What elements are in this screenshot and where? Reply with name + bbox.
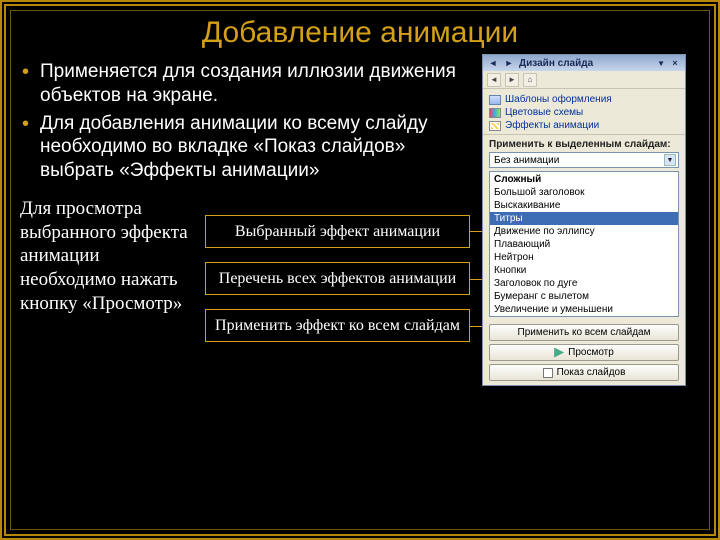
screen-icon bbox=[543, 368, 553, 378]
nav-back-button[interactable]: ◄ bbox=[487, 73, 501, 87]
list-item[interactable]: Движение по эллипсу bbox=[490, 225, 678, 238]
link-animation-effects[interactable]: Эффекты анимации bbox=[489, 119, 679, 132]
task-pane: ◄ ► Дизайн слайда ▼ × ◄ ► ⌂ Шаблоны офор… bbox=[482, 54, 686, 386]
bullet-item: Применяется для создания иллюзии движени… bbox=[20, 60, 470, 108]
task-pane-wrap: ◄ ► Дизайн слайда ▼ × ◄ ► ⌂ Шаблоны офор… bbox=[478, 60, 680, 342]
list-item[interactable]: Бумеранг с вылетом bbox=[490, 290, 678, 303]
list-item-selected[interactable]: Титры bbox=[490, 212, 678, 225]
callout-apply-all: Применить эффект ко всем слайдам bbox=[205, 309, 470, 342]
dropdown-value: Без анимации bbox=[494, 155, 559, 166]
list-item[interactable]: Увеличение и уменьшени bbox=[490, 303, 678, 316]
button-label: Применить ко всем слайдам bbox=[518, 327, 651, 338]
callout-text: Выбранный эффект анимации bbox=[235, 223, 440, 240]
nav-fwd-button[interactable]: ► bbox=[505, 73, 519, 87]
callout-all-effects: Перечень всех эффектов анимации bbox=[205, 262, 470, 295]
close-icon[interactable]: × bbox=[669, 57, 681, 69]
pane-toolbar: ◄ ► ⌂ bbox=[483, 71, 685, 89]
content-row: Применяется для создания иллюзии движени… bbox=[20, 60, 700, 342]
button-label: Просмотр bbox=[568, 347, 614, 358]
list-item[interactable]: Выскакивание bbox=[490, 199, 678, 212]
left-column: Применяется для создания иллюзии движени… bbox=[20, 60, 470, 342]
bullet-item: Для добавления анимации ко всему слайду … bbox=[20, 112, 470, 183]
dropdown-icon[interactable]: ▼ bbox=[657, 59, 665, 68]
apply-all-button[interactable]: Применить ко всем слайдам bbox=[489, 324, 679, 341]
pane-header: ◄ ► Дизайн слайда ▼ × bbox=[483, 55, 685, 71]
list-item[interactable]: Кнопки bbox=[490, 264, 678, 277]
templates-icon bbox=[489, 95, 501, 105]
effects-icon bbox=[489, 121, 501, 131]
list-item[interactable]: Нейтрон bbox=[490, 251, 678, 264]
button-label: Показ слайдов bbox=[557, 367, 626, 378]
link-templates[interactable]: Шаблоны оформления bbox=[489, 93, 679, 106]
palette-icon bbox=[489, 108, 501, 118]
lower-row: Для просмотра выбранного эффекта анимаци… bbox=[20, 197, 470, 343]
preview-button[interactable]: Просмотр bbox=[489, 344, 679, 361]
link-label: Шаблоны оформления bbox=[505, 94, 612, 105]
link-label: Эффекты анимации bbox=[505, 120, 599, 131]
link-label: Цветовые схемы bbox=[505, 107, 583, 118]
callout-text: Применить эффект ко всем слайдам bbox=[215, 317, 460, 334]
bullet-list: Применяется для создания иллюзии движени… bbox=[20, 60, 470, 183]
preview-instruction: Для просмотра выбранного эффекта анимаци… bbox=[20, 197, 195, 343]
pane-title: Дизайн слайда bbox=[519, 58, 653, 69]
play-icon bbox=[554, 348, 564, 358]
slideshow-button[interactable]: Показ слайдов bbox=[489, 364, 679, 381]
callout-stack: Выбранный эффект анимации Перечень всех … bbox=[205, 197, 470, 343]
pane-bottom: Применить ко всем слайдам Просмотр Показ… bbox=[483, 321, 685, 385]
forward-icon[interactable]: ► bbox=[503, 57, 515, 69]
callout-text: Перечень всех эффектов анимации bbox=[219, 270, 456, 287]
callout-selected-effect: Выбранный эффект анимации bbox=[205, 215, 470, 248]
back-icon[interactable]: ◄ bbox=[487, 57, 499, 69]
chevron-down-icon: ▼ bbox=[664, 154, 676, 166]
section-label: Применить к выделенным слайдам: bbox=[483, 135, 685, 152]
list-item[interactable]: Большой заголовок bbox=[490, 186, 678, 199]
slide-title: Добавление анимации bbox=[20, 16, 700, 50]
slide-frame: Добавление анимации Применяется для созд… bbox=[0, 0, 720, 540]
home-icon[interactable]: ⌂ bbox=[523, 73, 537, 87]
group-label: Сложный bbox=[490, 172, 678, 186]
list-item[interactable]: Заголовок по дуге bbox=[490, 277, 678, 290]
pane-link-group: Шаблоны оформления Цветовые схемы Эффект… bbox=[483, 89, 685, 135]
animation-dropdown[interactable]: Без анимации ▼ bbox=[489, 152, 679, 168]
list-item[interactable]: Плавающий bbox=[490, 238, 678, 251]
effects-listbox[interactable]: Сложный Большой заголовок Выскакивание Т… bbox=[489, 171, 679, 317]
link-color-schemes[interactable]: Цветовые схемы bbox=[489, 106, 679, 119]
